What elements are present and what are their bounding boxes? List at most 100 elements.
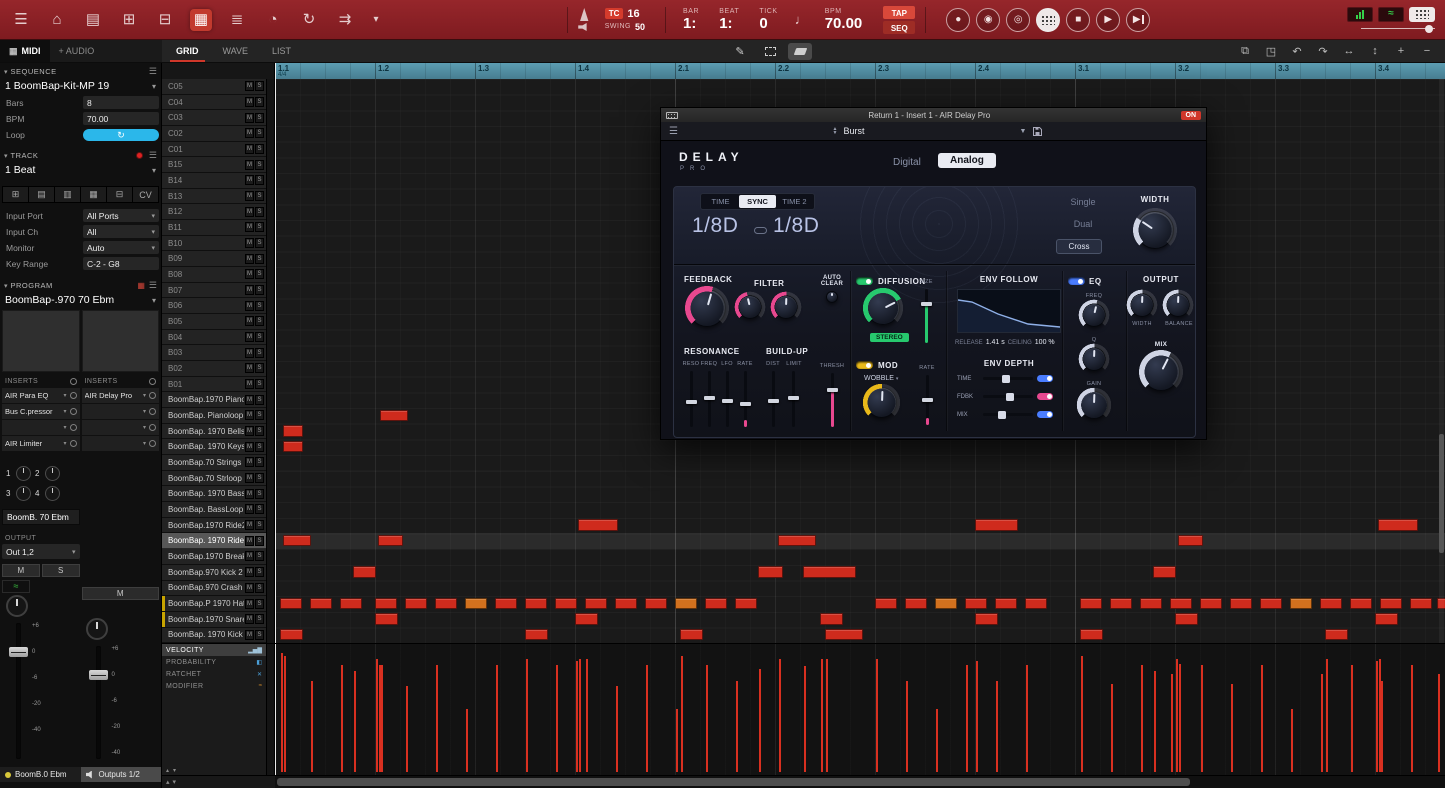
pad-input-button[interactable] <box>1036 8 1060 32</box>
track-solo-button[interactable]: S <box>255 348 264 358</box>
track-solo-button[interactable]: S <box>255 238 264 248</box>
track-mute-button[interactable]: M <box>245 520 254 530</box>
midi-note[interactable] <box>435 598 457 610</box>
env-fdbk-toggle[interactable] <box>1037 393 1053 400</box>
velocity-bar[interactable] <box>311 681 313 772</box>
track-mute-button[interactable]: M <box>245 97 254 107</box>
timeline-label[interactable]: 2.3 <box>878 64 889 73</box>
velocity-bar[interactable] <box>1438 674 1440 772</box>
midi-note[interactable] <box>975 519 1018 531</box>
track-solo-button[interactable]: S <box>255 536 264 546</box>
track-solo-button[interactable]: S <box>255 222 264 232</box>
qlink-knob-3[interactable] <box>16 486 31 501</box>
filter-low-knob[interactable] <box>738 295 762 319</box>
midi-note[interactable] <box>1325 629 1348 641</box>
tab-add-audio[interactable]: + AUDIO <box>50 40 104 62</box>
track-mute-button[interactable]: M <box>245 457 254 467</box>
note-value-icon[interactable]: ♩ <box>795 12 808 27</box>
output-volume-fader[interactable]: +60 -6-20 -40 <box>82 644 160 763</box>
velocity-lane[interactable] <box>275 644 1445 775</box>
track-mute-button[interactable]: M <box>245 583 254 593</box>
bpm-field-value[interactable]: 70.00 <box>83 112 159 125</box>
time-correct-badge[interactable]: TC <box>605 8 624 19</box>
midi-note[interactable] <box>375 598 397 610</box>
midi-note[interactable] <box>680 629 703 641</box>
insert-slot[interactable]: ▾ <box>2 420 80 435</box>
velocity-bar[interactable] <box>681 656 683 772</box>
sampler-icon[interactable]: ◔ <box>262 9 284 31</box>
mod-rate-slider[interactable] <box>920 375 934 425</box>
marquee-tool-icon[interactable] <box>758 43 782 60</box>
track-row[interactable]: B07MS <box>162 283 266 299</box>
track-solo-button[interactable]: S <box>255 442 264 452</box>
lane-tab-modifier[interactable]: MODIFIER≈ <box>162 680 266 692</box>
velocity-bar[interactable] <box>1141 665 1143 772</box>
sequence-menu-icon[interactable]: ☰ <box>149 66 157 77</box>
thresh-slider[interactable] <box>825 373 839 427</box>
velocity-bar[interactable] <box>1179 664 1181 772</box>
scrollbar-thumb[interactable] <box>1439 434 1444 552</box>
size-slider[interactable] <box>919 289 933 343</box>
stereo-badge[interactable]: STEREO <box>870 333 909 342</box>
track-row[interactable]: BoomBap.970 CrashMS <box>162 581 266 597</box>
mode-digital-button[interactable]: Digital <box>893 157 921 168</box>
midi-note[interactable] <box>820 613 843 625</box>
midi-note[interactable] <box>1110 598 1132 610</box>
collapse-caret-icon[interactable]: ▾ <box>4 152 8 160</box>
track-solo-button[interactable]: S <box>255 207 264 217</box>
play-start-button[interactable]: ▶ <box>1126 8 1150 32</box>
track-solo-button[interactable]: S <box>255 457 264 467</box>
feedback-knob[interactable] <box>688 289 726 327</box>
track-row[interactable]: B02MS <box>162 361 266 377</box>
width-knob[interactable] <box>1136 211 1174 249</box>
track-row[interactable]: BoomBap.70 StrloopMS <box>162 471 266 487</box>
midi-note[interactable] <box>875 598 897 610</box>
delay-time-left[interactable]: 1/8D <box>692 214 738 238</box>
midi-note[interactable] <box>555 598 577 610</box>
velocity-bar[interactable] <box>556 665 558 772</box>
velocity-bar[interactable] <box>616 686 618 772</box>
track-row[interactable]: BoomBap. BassLoopMS <box>162 502 266 518</box>
strip-mute-button[interactable]: M <box>2 564 40 577</box>
output-width-knob[interactable] <box>1130 293 1154 317</box>
midi-note[interactable] <box>283 535 311 547</box>
pad-bank-icon[interactable]: ⊞ <box>118 9 140 31</box>
qlink-knob-4[interactable] <box>45 486 60 501</box>
midi-note[interactable] <box>995 598 1017 610</box>
fader-cap[interactable] <box>89 670 108 680</box>
bars-value[interactable]: 8 <box>83 96 159 109</box>
program-menu-icon[interactable]: ☰ <box>149 280 157 291</box>
auto-clear-knob[interactable] <box>826 291 838 303</box>
midi-note[interactable] <box>825 629 863 641</box>
input-ch-select[interactable]: All▾ <box>83 225 159 238</box>
midi-note[interactable] <box>1380 598 1402 610</box>
tab-grid[interactable]: GRID <box>164 40 211 62</box>
volume-handle[interactable] <box>1425 25 1433 33</box>
track-row[interactable]: BoomBap.1970 Ride2MS <box>162 518 266 534</box>
scroll-up-icon[interactable]: ▴ <box>166 778 170 786</box>
eq-freq-knob[interactable] <box>1082 303 1106 327</box>
channel-mixer-icon[interactable]: ≣ <box>226 9 248 31</box>
freq-slider[interactable] <box>702 371 716 427</box>
power-icon[interactable] <box>70 392 77 399</box>
track-solo-button[interactable]: S <box>255 614 264 624</box>
metronome-speaker-icon[interactable] <box>578 23 590 31</box>
chevron-down-icon[interactable]: ▾ <box>152 82 156 91</box>
zoom-out-icon[interactable]: − <box>1419 45 1435 57</box>
next-sequence-icon[interactable]: ⇉ <box>334 9 356 31</box>
velocity-bar[interactable] <box>936 709 938 772</box>
cv-view-tab[interactable]: CV <box>133 187 158 202</box>
track-mute-button[interactable]: M <box>245 222 254 232</box>
power-icon[interactable] <box>70 378 77 385</box>
track-mute-button[interactable]: M <box>245 489 254 499</box>
track-solo-button[interactable]: S <box>255 191 264 201</box>
track-solo-button[interactable]: S <box>255 426 264 436</box>
piano-view-icon[interactable]: ▦ <box>81 187 107 202</box>
lane-collapse-up-icon[interactable]: ▴ <box>166 767 169 774</box>
automation-view-icon[interactable]: ⊟ <box>107 187 133 202</box>
track-solo-button[interactable]: S <box>255 285 264 295</box>
track-row[interactable]: B11MS <box>162 220 266 236</box>
velocity-bar[interactable] <box>436 665 438 772</box>
track-solo-button[interactable]: S <box>255 128 264 138</box>
track-row[interactable]: BoomBap. 1970 BellsMS <box>162 424 266 440</box>
